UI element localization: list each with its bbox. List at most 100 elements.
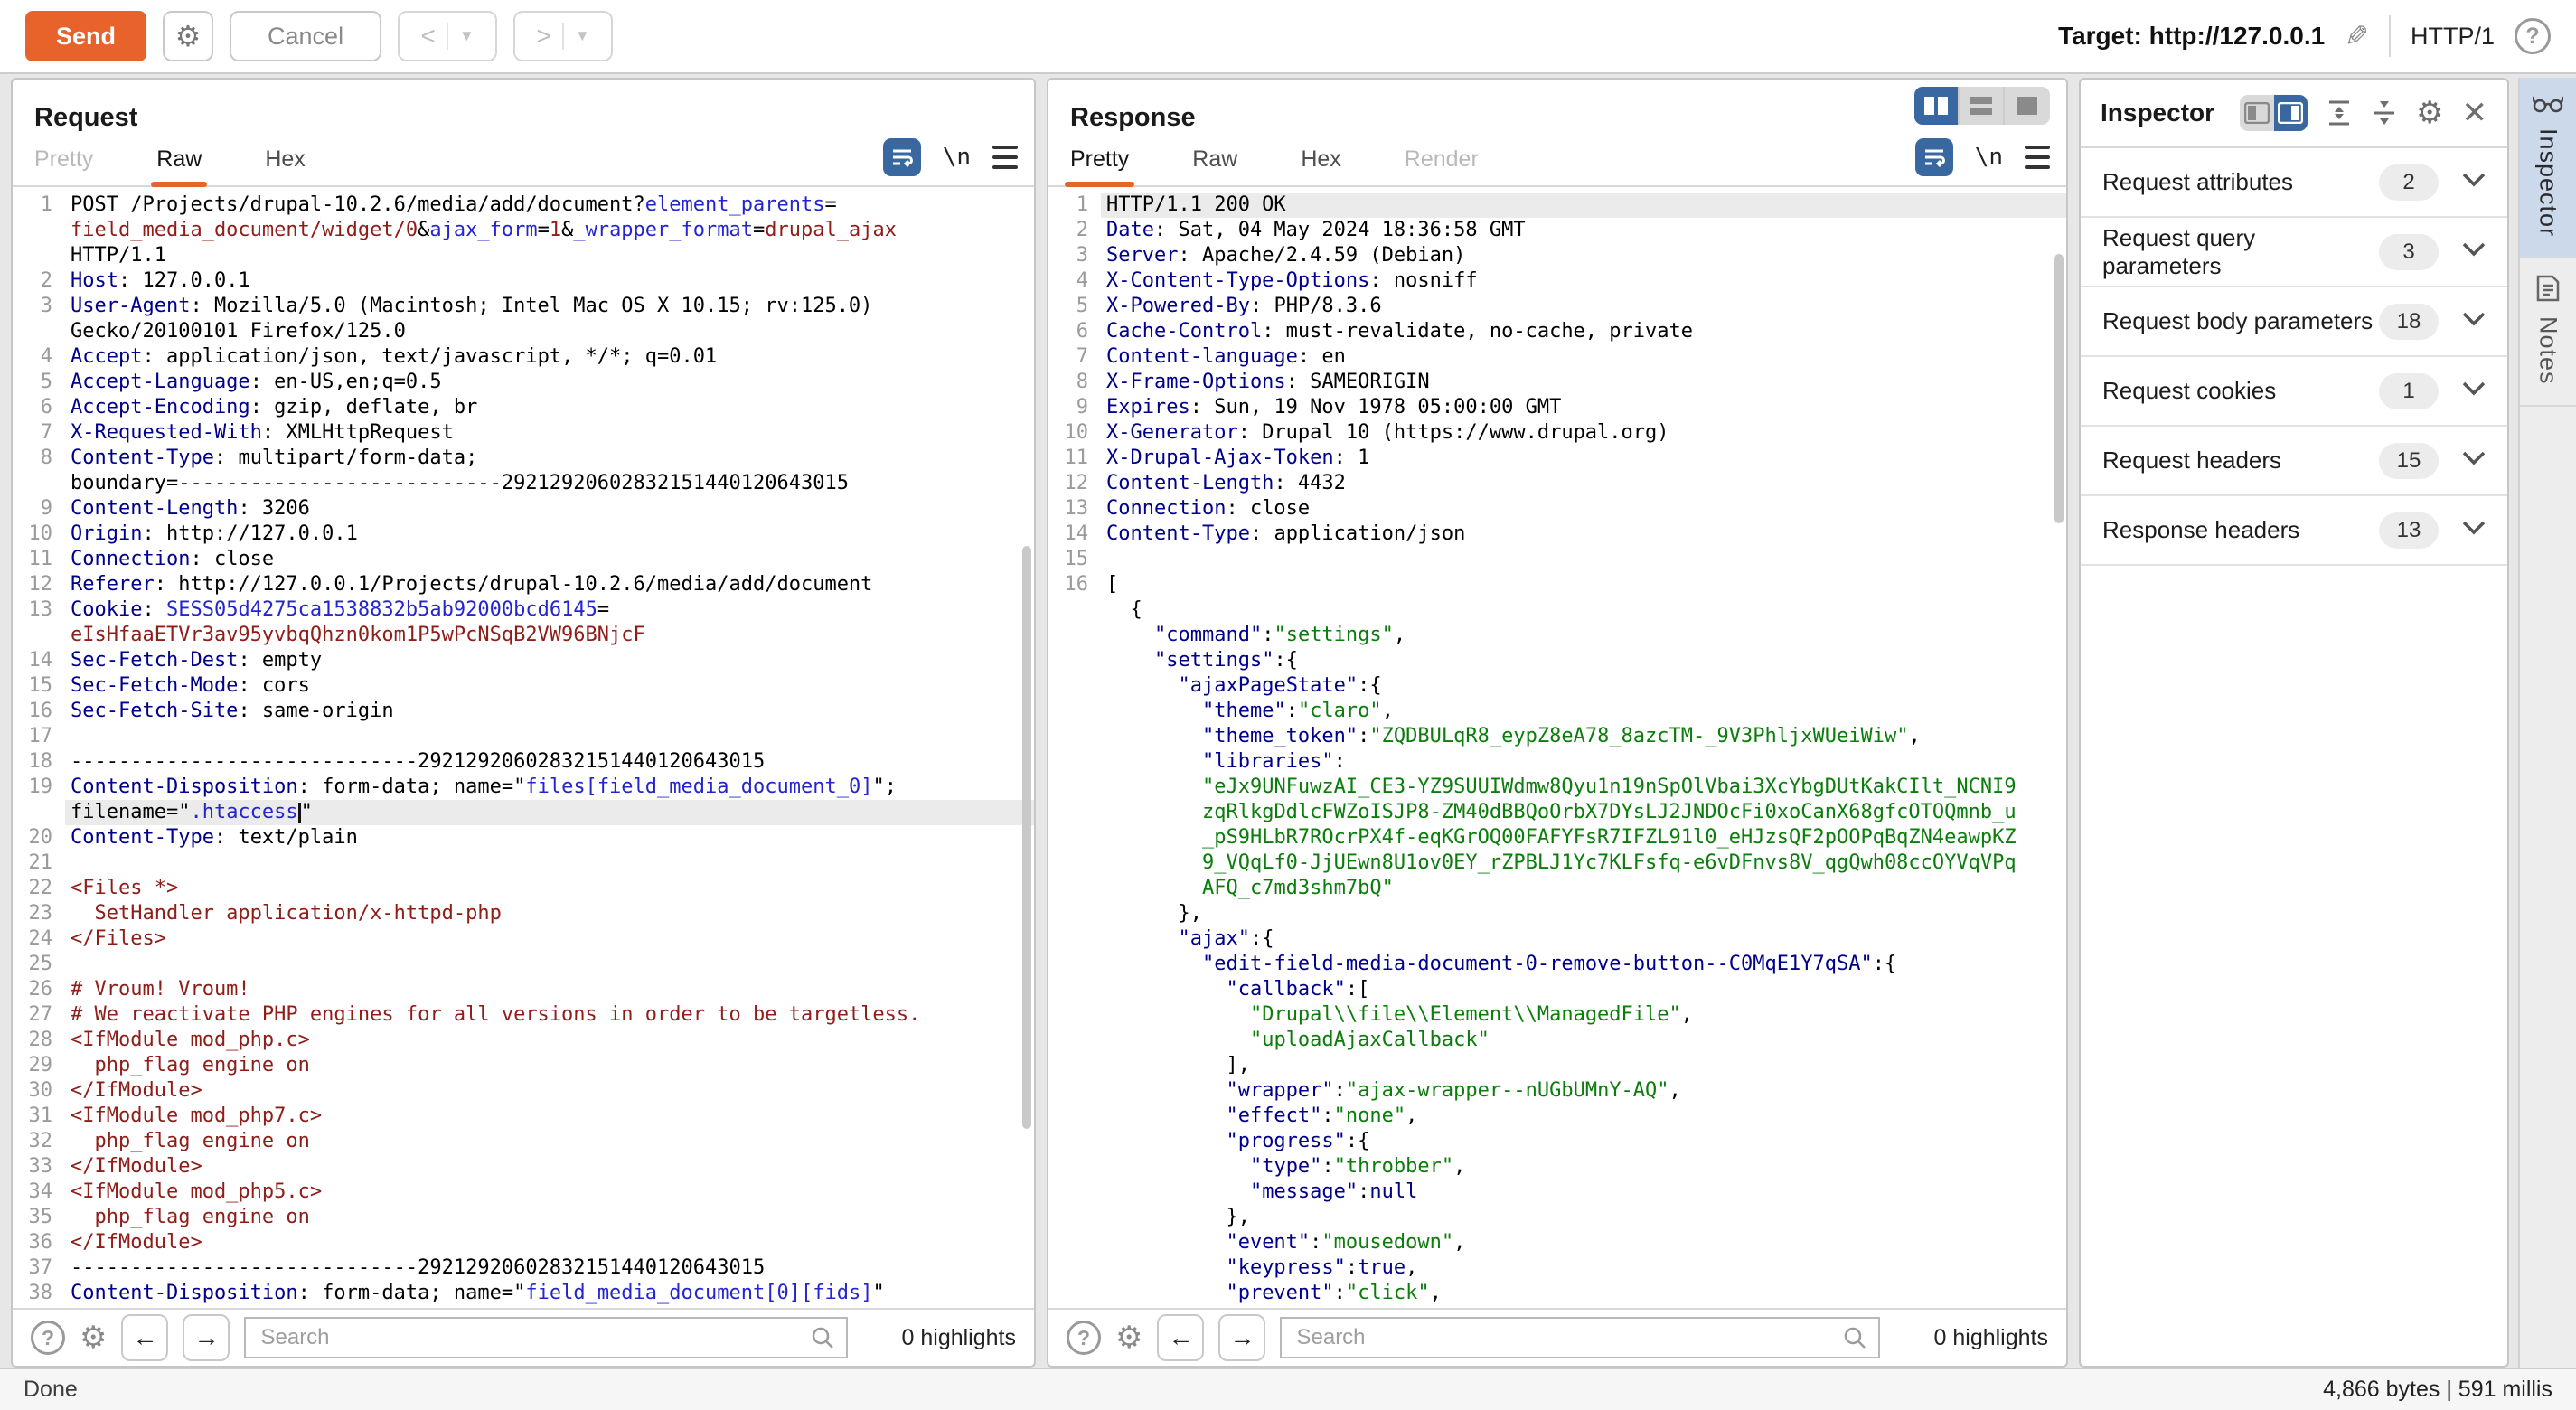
request-editor[interactable]: 1POST /Projects/drupal-10.2.6/media/add/… xyxy=(13,187,1034,1308)
code-line[interactable]: }, xyxy=(1048,1205,2066,1230)
chevron-down-icon[interactable] xyxy=(2462,451,2486,470)
code-line[interactable]: 4X-Content-Type-Options: nosniff xyxy=(1048,268,2066,294)
code-line[interactable]: 6Accept-Encoding: gzip, deflate, br xyxy=(13,395,1034,420)
code-line[interactable]: 9Expires: Sun, 19 Nov 1978 05:00:00 GMT xyxy=(1048,395,2066,420)
code-line[interactable]: "edit-field-media-document-0-remove-butt… xyxy=(1048,952,2066,977)
code-line[interactable]: 32 php_flag engine on xyxy=(13,1129,1034,1154)
code-line[interactable]: _pS9HLbR7ROcrPX4f-eqKGrOQ00FAFYFsR7IFZL9… xyxy=(1048,825,2066,851)
tab-hex[interactable]: Hex xyxy=(265,146,305,185)
code-line[interactable]: 10Origin: http://127.0.0.1 xyxy=(13,522,1034,547)
code-line[interactable]: 15Sec-Fetch-Mode: cors xyxy=(13,673,1034,699)
code-line[interactable]: 33</IfModule> xyxy=(13,1154,1034,1180)
word-wrap-toggle[interactable] xyxy=(883,138,921,176)
code-line[interactable]: 24</Files> xyxy=(13,926,1034,952)
expand-all-icon[interactable] xyxy=(2326,99,2353,127)
code-line[interactable]: AFQ_c7md3shm7bQ" xyxy=(1048,876,2066,901)
request-search-input[interactable] xyxy=(244,1317,848,1358)
inspector-section-request-attributes[interactable]: Request attributes2 xyxy=(2081,148,2507,218)
code-line[interactable]: 15 xyxy=(1048,547,2066,572)
code-line[interactable]: filename=".htaccess" xyxy=(13,800,1034,825)
code-line[interactable]: 23 SetHandler application/x-httpd-php xyxy=(13,901,1034,926)
code-line[interactable]: "command":"settings", xyxy=(1048,623,2066,648)
code-line[interactable]: 9_VQqLf0-JjUEwn8U1ov0EY_rZPBLJ1Yc7KLFsfq… xyxy=(1048,851,2066,876)
layout-single-button[interactable] xyxy=(2005,87,2050,125)
inspector-close-icon[interactable]: ✕ xyxy=(2462,95,2488,131)
prev-match-button[interactable]: ← xyxy=(121,1314,168,1361)
code-line[interactable]: 2Date: Sat, 04 May 2024 18:36:58 GMT xyxy=(1048,218,2066,243)
code-line[interactable]: 11Connection: close xyxy=(13,547,1034,572)
word-wrap-toggle[interactable] xyxy=(1915,138,1953,176)
inspector-section-response-headers[interactable]: Response headers13 xyxy=(2081,496,2507,566)
search-settings-icon[interactable]: ⚙ xyxy=(80,1320,107,1356)
editor-menu-icon[interactable] xyxy=(2025,146,2050,169)
code-line[interactable]: 5X-Powered-By: PHP/8.3.6 xyxy=(1048,294,2066,319)
code-line[interactable]: 8Content-Type: multipart/form-data; xyxy=(13,446,1034,471)
side-tab-notes[interactable]: Notes xyxy=(2520,258,2576,407)
show-newlines-toggle[interactable]: \n xyxy=(943,144,971,171)
back-history-button[interactable]: < ▼ xyxy=(398,11,497,61)
code-line[interactable]: { xyxy=(1048,597,2066,623)
code-line[interactable]: 6Cache-Control: must-revalidate, no-cach… xyxy=(1048,319,2066,344)
code-line[interactable]: 20Content-Type: text/plain xyxy=(13,825,1034,851)
inspector-settings-icon[interactable]: ⚙ xyxy=(2416,95,2443,131)
code-line[interactable]: }, xyxy=(1048,901,2066,926)
code-line[interactable]: "settings":{ xyxy=(1048,648,2066,673)
edit-target-icon[interactable]: ✎ xyxy=(2345,19,2369,53)
response-search-input[interactable] xyxy=(1280,1317,1880,1358)
code-line[interactable]: 21 xyxy=(13,851,1034,876)
code-line[interactable]: "wrapper":"ajax-wrapper--nUGbUMnY-AQ", xyxy=(1048,1078,2066,1104)
tab-raw[interactable]: Raw xyxy=(156,146,202,185)
http-version-label[interactable]: HTTP/1 xyxy=(2411,23,2495,51)
code-line[interactable]: 7Content-language: en xyxy=(1048,344,2066,370)
code-line[interactable]: "progress":{ xyxy=(1048,1129,2066,1154)
code-line[interactable]: 5Accept-Language: en-US,en;q=0.5 xyxy=(13,370,1034,395)
code-line[interactable]: 2Host: 127.0.0.1 xyxy=(13,268,1034,294)
code-line[interactable]: 13Cookie: SESS05d4275ca1538832b5ab92000b… xyxy=(13,597,1034,623)
code-line[interactable]: 1HTTP/1.1 200 OK xyxy=(1048,193,2066,218)
code-line[interactable]: zqRlkgDdlcFWZoISJP8-ZM40dBBQoOrbX7DYsLJ2… xyxy=(1048,800,2066,825)
code-line[interactable]: "prevent":"click", xyxy=(1048,1281,2066,1306)
code-line[interactable]: 12Referer: http://127.0.0.1/Projects/dru… xyxy=(13,572,1034,597)
code-line[interactable]: 18-----------------------------292129206… xyxy=(13,749,1034,775)
code-line[interactable]: "eJx9UNFuwzAI_CE3-YZ9SUUIWdmw8Qyu1n19nSp… xyxy=(1048,775,2066,800)
code-line[interactable]: "callback":[ xyxy=(1048,977,2066,1002)
chevron-down-icon[interactable] xyxy=(2462,242,2486,261)
code-line[interactable]: "ajax":{ xyxy=(1048,926,2066,952)
code-line[interactable]: "theme_token":"ZQDBULqR8_eypZ8eA78_8azcT… xyxy=(1048,724,2066,749)
code-line[interactable]: 16Sec-Fetch-Site: same-origin xyxy=(13,699,1034,724)
code-line[interactable]: 36</IfModule> xyxy=(13,1230,1034,1255)
code-line[interactable]: 12Content-Length: 4432 xyxy=(1048,471,2066,496)
dock-left-button[interactable] xyxy=(2240,95,2273,131)
chevron-down-icon[interactable] xyxy=(2462,312,2486,331)
tab-pretty[interactable]: Pretty xyxy=(34,146,93,185)
code-line[interactable]: 14Sec-Fetch-Dest: empty xyxy=(13,648,1034,673)
code-line[interactable]: Gecko/20100101 Firefox/125.0 xyxy=(13,319,1034,344)
code-line[interactable]: 1POST /Projects/drupal-10.2.6/media/add/… xyxy=(13,193,1034,218)
code-line[interactable]: 13Connection: close xyxy=(1048,496,2066,522)
code-line[interactable]: 3User-Agent: Mozilla/5.0 (Macintosh; Int… xyxy=(13,294,1034,319)
search-help-icon[interactable]: ? xyxy=(1067,1321,1101,1355)
code-line[interactable]: 22<Files *> xyxy=(13,876,1034,901)
cancel-button[interactable]: Cancel xyxy=(230,11,381,61)
code-line[interactable]: "keypress":true, xyxy=(1048,1255,2066,1281)
code-line[interactable]: ], xyxy=(1048,1053,2066,1078)
code-line[interactable]: 30</IfModule> xyxy=(13,1078,1034,1104)
search-help-icon[interactable]: ? xyxy=(31,1321,65,1355)
editor-menu-icon[interactable] xyxy=(992,146,1018,169)
code-line[interactable]: 34<IfModule mod_php5.c> xyxy=(13,1180,1034,1205)
forward-history-button[interactable]: > ▼ xyxy=(513,11,613,61)
code-line[interactable]: 10X-Generator: Drupal 10 (https://www.dr… xyxy=(1048,420,2066,446)
code-line[interactable]: 11X-Drupal-Ajax-Token: 1 xyxy=(1048,446,2066,471)
code-line[interactable]: 3Server: Apache/2.4.59 (Debian) xyxy=(1048,243,2066,268)
chevron-down-icon[interactable] xyxy=(2462,521,2486,540)
code-line[interactable]: 25 xyxy=(13,952,1034,977)
code-line[interactable]: HTTP/1.1 xyxy=(13,243,1034,268)
chevron-down-icon[interactable] xyxy=(2462,381,2486,400)
history-dropdown-icon[interactable]: ▼ xyxy=(459,27,475,45)
next-match-button[interactable]: → xyxy=(1218,1314,1265,1361)
code-line[interactable]: boundary=---------------------------2921… xyxy=(13,471,1034,496)
code-line[interactable]: 28<IfModule mod_php.c> xyxy=(13,1028,1034,1053)
code-line[interactable]: "event":"mousedown", xyxy=(1048,1230,2066,1255)
code-line[interactable]: 29 php_flag engine on xyxy=(13,1053,1034,1078)
layout-rows-button[interactable] xyxy=(1960,87,2005,125)
